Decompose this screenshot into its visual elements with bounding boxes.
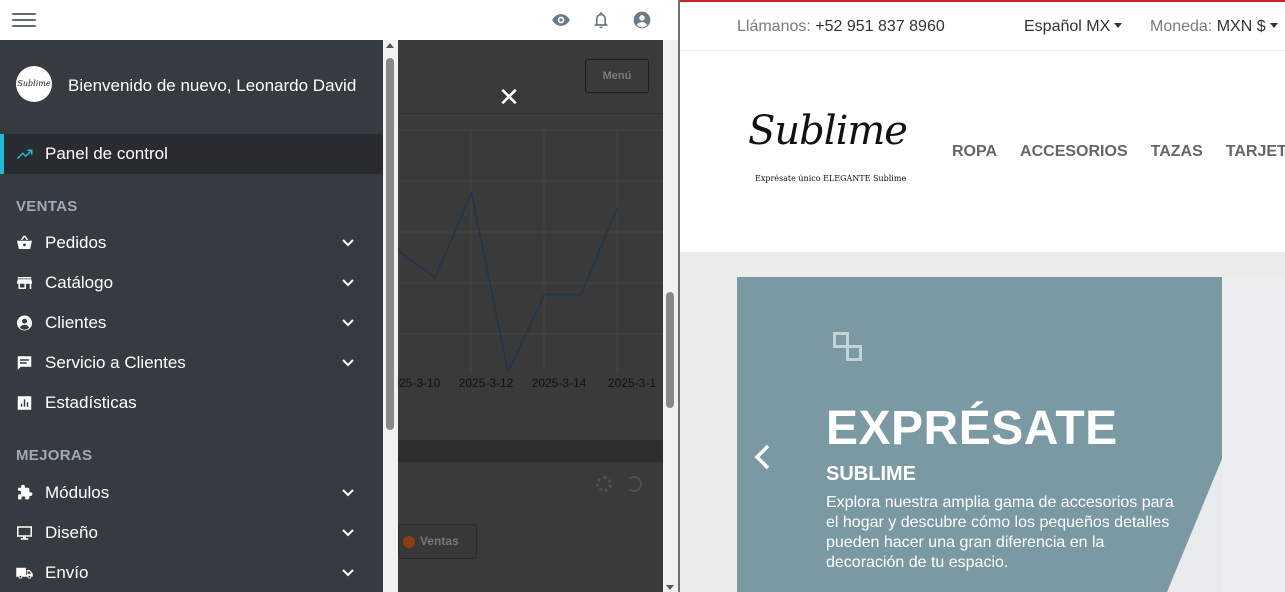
sidebar-item-label: Envío [45, 563, 89, 582]
sidebar-item-clientes[interactable]: Clientes [0, 303, 383, 343]
scroll-down-arrow-icon[interactable] [666, 585, 674, 590]
ventas-legend-dimmed: Ventas [398, 524, 477, 559]
accent-bar [680, 0, 1285, 2]
eye-icon[interactable] [551, 10, 571, 30]
nav-item-accesorios[interactable]: ACCESORIOS [1020, 143, 1128, 160]
chevron-down-icon [342, 489, 354, 497]
nav-item-ropa[interactable]: ROPA [952, 143, 997, 160]
sales-line-chart: 2025-3-10 2025-3-12 2025-3-14 2025-3-1 [383, 129, 663, 390]
refresh-icon [626, 476, 642, 492]
sidebar-item-label: Clientes [45, 313, 107, 332]
welcome-message: Bienvenido de nuevo, Leonardo David [68, 76, 357, 95]
sidebar-item-envio[interactable]: Envío [0, 553, 383, 592]
chart-series-line [383, 190, 619, 375]
bar-chart-icon [17, 396, 32, 410]
slider-prev-arrow-icon[interactable] [753, 443, 773, 471]
sidebar-item-label: Catálogo [45, 273, 114, 292]
hamburger-menu-icon[interactable] [12, 10, 36, 30]
trending-up-icon [16, 149, 33, 160]
chart-tick-label: 2025-3-14 [532, 376, 587, 390]
sidebar-item-estadisticas[interactable]: Estadísticas [0, 383, 383, 423]
contact-phone: Llámanos: +52 951 837 8960 [737, 18, 945, 35]
store-icon [17, 277, 32, 289]
hero-description: Explora nuestra amplia gama de accesorio… [826, 494, 1174, 571]
account-circle-icon [17, 315, 32, 331]
sidebar-item-diseno[interactable]: Diseño [0, 513, 383, 553]
card-divider [398, 113, 663, 114]
admin-topbar [0, 0, 678, 40]
gear-icon [596, 476, 612, 492]
close-icon[interactable]: ✕ [496, 84, 522, 110]
main-navigation: ROPA ACCESORIOS TAZAS TARJETAS [952, 143, 1285, 161]
hero-title: EXPRÉSATE [826, 402, 1118, 455]
logo-wordmark: Sublime [748, 108, 908, 154]
decorative-squares-icon [833, 332, 862, 361]
sidebar-item-modulos[interactable]: Módulos [0, 473, 383, 513]
sidebar-item-label: Diseño [45, 523, 98, 542]
sidebar-scrollbar[interactable] [383, 40, 398, 592]
scrollbar-thumb[interactable] [386, 58, 394, 430]
user-account-icon[interactable] [632, 10, 652, 30]
sidebar-item-label: Módulos [45, 483, 110, 502]
chevron-down-icon [342, 279, 354, 287]
sidebar-item-pedidos[interactable]: Pedidos [0, 223, 383, 263]
sidebar-item-catalogo[interactable]: Catálogo [0, 263, 383, 303]
chart-tick-label: 2025-3-12 [459, 376, 514, 390]
scroll-up-arrow-icon[interactable] [386, 43, 394, 48]
menu-button-dimmed: Menú [585, 59, 649, 93]
header-divider [680, 50, 1285, 51]
site-logo[interactable]: Sublime Exprésate único ELEGANTE Sublime [744, 108, 908, 193]
caret-down-icon [1269, 23, 1278, 28]
sidebar-item-label: Pedidos [45, 233, 107, 252]
bell-icon[interactable] [591, 10, 611, 30]
currency-selector[interactable]: Moneda: MXN $ [1150, 18, 1278, 36]
nav-item-tazas[interactable]: TAZAS [1151, 143, 1203, 160]
desktop-monitor-icon [17, 526, 32, 540]
welcome-block: Sublime Bienvenido de nuevo, Leonardo Da… [0, 40, 383, 134]
admin-sidebar: Sublime Bienvenido de nuevo, Leonardo Da… [0, 40, 383, 592]
nav-item-tarjetas[interactable]: TARJETAS [1226, 143, 1285, 160]
storefront-pane: Llámanos: +52 951 837 8960 Español MX Mo… [678, 0, 1285, 592]
section-mejoras: MEJORAS [16, 447, 93, 464]
section-ventas: VENTAS [16, 198, 78, 215]
chevron-down-icon [342, 529, 354, 537]
language-selector[interactable]: Español MX [1024, 18, 1123, 36]
sidebar-item-label: Estadísticas [45, 393, 137, 412]
hero-subtitle: SUBLIME [826, 463, 916, 485]
logo-tagline: Exprésate único ELEGANTE Sublime [755, 174, 907, 183]
puzzle-icon [18, 484, 33, 500]
chevron-down-icon [342, 569, 354, 577]
chevron-down-icon [342, 319, 354, 327]
scrollbar-thumb[interactable] [666, 292, 674, 408]
sidebar-item-label: Servicio a Clientes [45, 353, 186, 372]
sidebar-item-servicio-clientes[interactable]: Servicio a Clientes [0, 343, 383, 383]
sidebar-item-label: Panel de control [45, 144, 168, 163]
hero-slider: EXPRÉSATE SUBLIME Explora nuestra amplia… [737, 277, 1285, 592]
admin-pane: Menú 2025-3-10 2025-3-12 2025-3-14 2025-3-1… [0, 0, 678, 592]
avatar: Sublime [16, 66, 52, 102]
truck-icon [16, 567, 33, 579]
chevron-down-icon [342, 239, 354, 247]
hero-image [1222, 277, 1285, 592]
shopping-basket-icon [17, 235, 32, 249]
chart-tick-label: 2025-3-1 [608, 376, 656, 390]
chat-icon [17, 356, 32, 370]
sidebar-item-dashboard[interactable]: Panel de control [0, 134, 383, 174]
caret-down-icon [1114, 23, 1123, 28]
chevron-down-icon [342, 359, 354, 367]
legend-dot-icon [403, 536, 415, 548]
phone-link[interactable]: +52 951 837 8960 [815, 18, 944, 35]
page-scrollbar[interactable] [663, 40, 678, 592]
